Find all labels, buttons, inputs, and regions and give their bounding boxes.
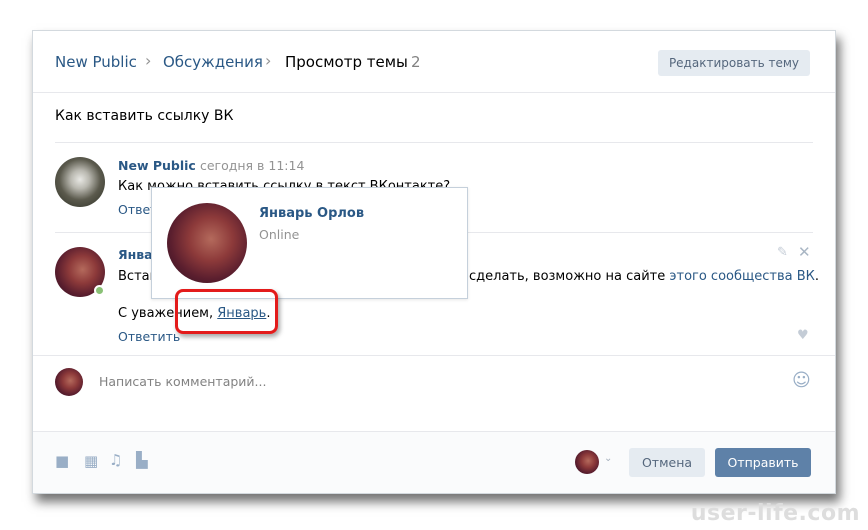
comment-text-end: сделать, возможно на сайте xyxy=(469,269,670,284)
breadcrumb-discussions[interactable]: Обсуждения xyxy=(163,53,263,71)
comment-input[interactable]: Написать комментарий... xyxy=(99,374,266,389)
author-select-avatar[interactable] xyxy=(575,450,599,474)
highlight-box xyxy=(175,289,278,334)
comment-date[interactable]: сегодня в 11:14 xyxy=(200,158,304,173)
edit-icon[interactable]: ✎ xyxy=(777,245,788,260)
topic-window: New Public › Обсуждения › Просмотр темы … xyxy=(32,30,836,494)
watermark: user-life.com xyxy=(690,501,860,526)
composer-footer: ■ ▦ ♫ ▙ ⌄ Отмена Отправить xyxy=(33,431,835,493)
camera-icon[interactable]: ■ xyxy=(55,452,69,470)
online-indicator xyxy=(94,285,105,296)
profile-popup: Январь Орлов Online xyxy=(151,187,468,299)
post-count: 2 xyxy=(411,53,421,71)
breadcrumb-current: Просмотр темы xyxy=(285,53,408,71)
composer-avatar xyxy=(55,368,83,396)
comment-author[interactable]: New Public xyxy=(118,158,196,173)
popup-name[interactable]: Январь Орлов xyxy=(259,206,364,221)
send-button[interactable]: Отправить xyxy=(715,448,811,477)
music-icon[interactable]: ♫ xyxy=(109,451,122,469)
breadcrumb-new-public[interactable]: New Public xyxy=(55,53,137,71)
chevron-down-icon[interactable]: ⌄ xyxy=(604,453,612,464)
reply-link[interactable]: Ответить xyxy=(118,329,180,344)
document-icon[interactable]: ▙ xyxy=(136,451,148,469)
close-icon[interactable]: ✕ xyxy=(798,243,811,261)
community-link[interactable]: этого сообщества ВК xyxy=(669,269,815,284)
edit-topic-button[interactable]: Редактировать тему xyxy=(658,50,810,76)
popup-status: Online xyxy=(259,227,300,242)
topic-title: Как вставить ссылку ВК xyxy=(55,108,234,124)
breadcrumb-separator: › xyxy=(145,51,152,70)
breadcrumb-separator: › xyxy=(265,51,272,70)
video-icon[interactable]: ▦ xyxy=(84,452,98,470)
like-icon[interactable]: ♥ xyxy=(797,328,809,343)
popup-avatar[interactable] xyxy=(167,203,247,283)
cancel-button[interactable]: Отмена xyxy=(629,448,705,477)
period: . xyxy=(814,269,820,284)
avatar[interactable] xyxy=(55,157,105,207)
smile-icon[interactable]: ☺ xyxy=(792,370,811,391)
